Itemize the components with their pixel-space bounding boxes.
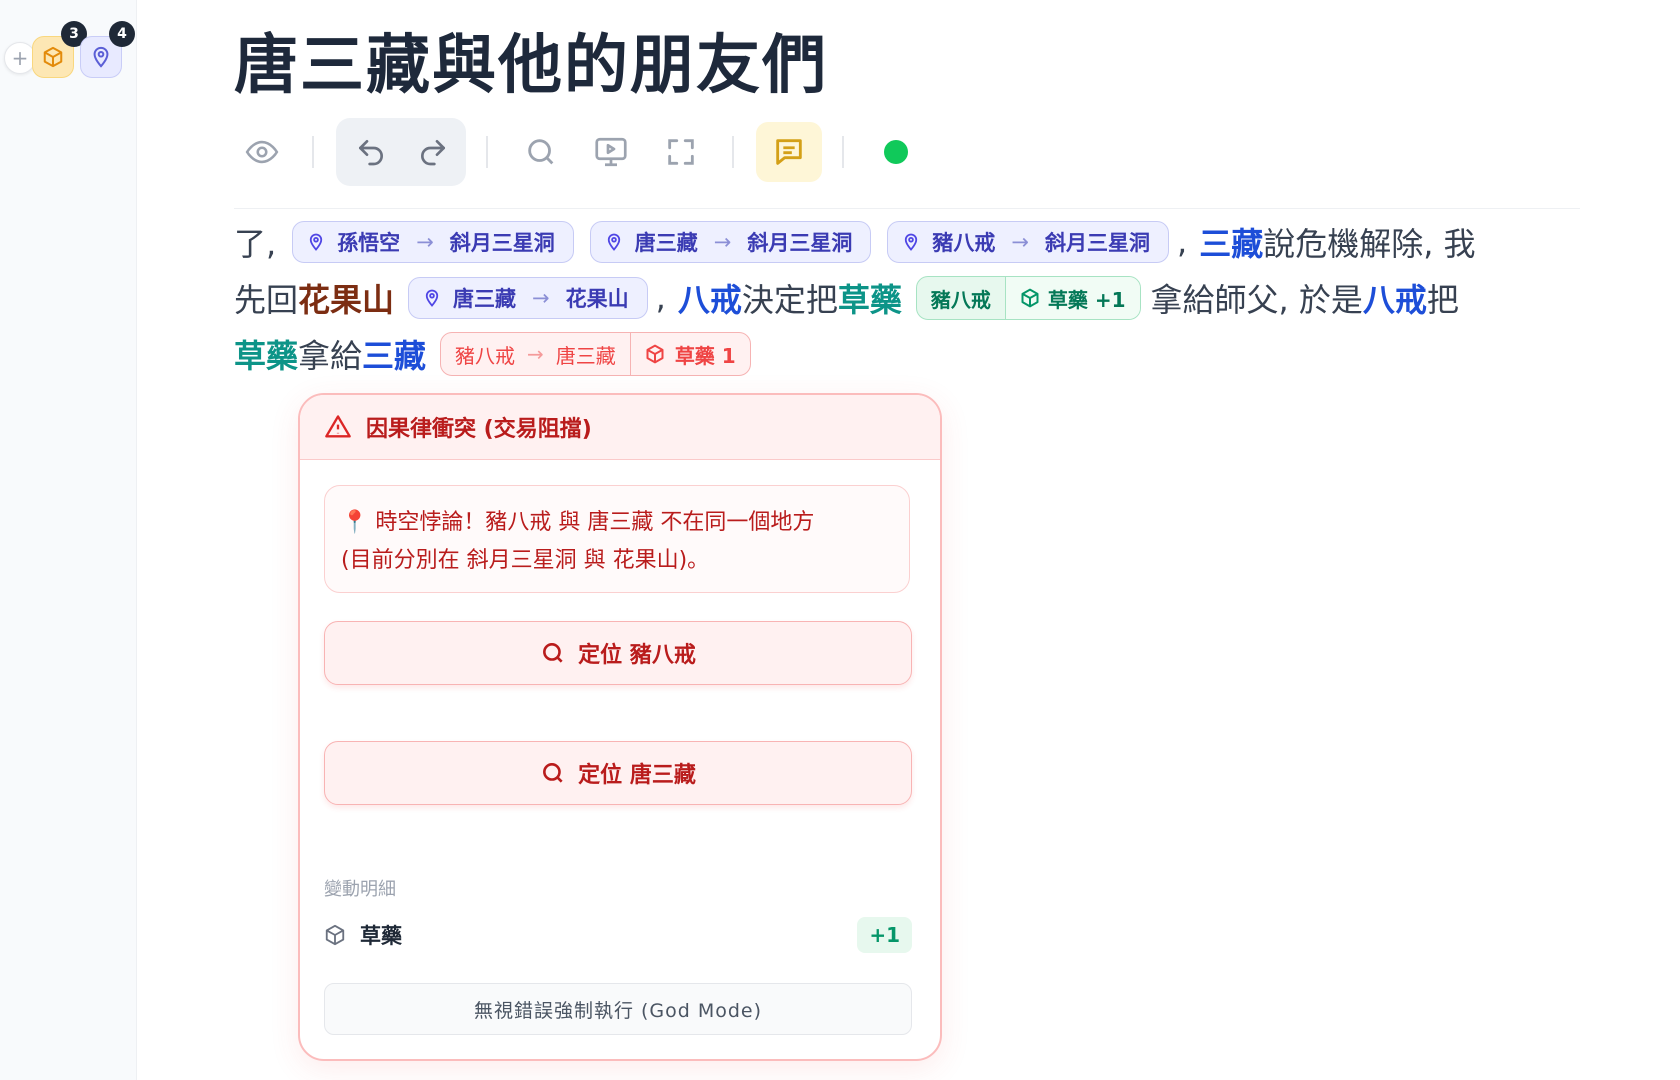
fullscreen-icon xyxy=(668,139,694,165)
chip-from: 豬八戒 xyxy=(455,343,516,368)
search-icon xyxy=(528,139,554,165)
entity-item[interactable]: 草藥 xyxy=(234,331,298,377)
map-pin-icon xyxy=(607,233,620,251)
chip-arrow: → xyxy=(713,230,732,254)
search-button[interactable] xyxy=(516,132,566,172)
locations-button[interactable]: 4 xyxy=(80,21,135,78)
fullscreen-button[interactable] xyxy=(656,132,706,172)
movement-chip[interactable]: 豬八戒 → 斜月三星洞 xyxy=(887,221,1170,263)
box-icon xyxy=(1021,288,1039,308)
entity-location[interactable]: 花果山 xyxy=(298,275,394,321)
entity-item[interactable]: 草藥 xyxy=(838,275,902,321)
paragraph-line: 草藥 拿給 三藏 豬八戒 → 唐三藏 草藥 1 xyxy=(234,326,751,382)
detail-item-name: 草藥 xyxy=(360,924,402,948)
online-status-indicator xyxy=(884,140,908,164)
chip-location: 斜月三星洞 xyxy=(747,231,853,255)
entity-character[interactable]: 三藏 xyxy=(1199,219,1263,265)
chip-location: 斜月三星洞 xyxy=(1045,231,1151,255)
chip-location: 斜月三星洞 xyxy=(449,231,555,255)
box-icon xyxy=(325,924,345,946)
chip-location: 花果山 xyxy=(565,287,629,311)
present-button[interactable] xyxy=(586,132,636,172)
preview-button[interactable] xyxy=(234,132,290,172)
locate-character-button[interactable]: 定位 豬八戒 xyxy=(324,621,912,685)
chip-item-label: 草藥 1 xyxy=(674,343,736,368)
text-run: , xyxy=(655,279,666,317)
message-line: (目前分別在 斜月三星洞 與 花果山)。 xyxy=(341,548,710,573)
chip-transfer: 豬八戒 → 唐三藏 xyxy=(441,333,630,375)
locations-count-badge: 4 xyxy=(109,21,135,47)
message-line: 📍 時空悖論！豬八戒 與 唐三藏 不在同一個地方 xyxy=(341,510,815,535)
chip-arrow: → xyxy=(532,286,550,310)
conflict-popup: 因果律衝突 (交易阻擋) 📍 時空悖論！豬八戒 與 唐三藏 不在同一個地方 (目… xyxy=(298,393,942,1061)
map-pin-icon xyxy=(310,233,323,251)
chip-character: 豬八戒 xyxy=(930,287,991,312)
map-pin-icon xyxy=(425,289,439,307)
toolbar-divider xyxy=(732,136,734,168)
details-heading: 變動明細 xyxy=(324,879,396,900)
button-label: 定位 豬八戒 xyxy=(578,643,696,668)
movement-chip[interactable]: 唐三藏 → 斜月三星洞 xyxy=(589,221,872,263)
left-rail: + 3 4 xyxy=(0,0,137,1080)
text-run: 把 xyxy=(1426,281,1459,319)
transfer-chip[interactable]: 豬八戒 → 唐三藏 草藥 1 xyxy=(440,332,751,376)
map-pin-icon xyxy=(93,46,109,68)
alert-triangle-icon xyxy=(325,415,351,438)
entity-character[interactable]: 八戒 xyxy=(678,275,742,321)
chip-character: 唐三藏 xyxy=(453,287,517,311)
chip-character: 孫悟空 xyxy=(337,231,401,255)
editor-toolbar xyxy=(234,118,1580,209)
popup-title: 因果律衝突 (交易阻擋) xyxy=(366,417,592,442)
god-mode-button[interactable]: 無視錯誤強制執行 (God Mode) xyxy=(324,983,912,1035)
comments-button[interactable] xyxy=(756,122,822,182)
chip-arrow: → xyxy=(1011,230,1030,254)
chip-item: 草藥 1 xyxy=(629,333,750,375)
page-title: 唐三藏與他的朋友們 xyxy=(234,29,828,103)
box-icon xyxy=(43,46,63,68)
text-run: 說危機解除, 我 xyxy=(1263,225,1476,263)
locate-character-button[interactable]: 定位 唐三藏 xyxy=(324,741,912,805)
paragraph-line: 先回 花果山 唐三藏 → 花果山 , 八戒 決定把 草藥 豬八戒 草藥 +1 拿… xyxy=(234,270,1459,326)
paragraph-line: 了, 孫悟空 → 斜月三星洞 唐三藏 → 斜月三星洞 豬八戒 → 斜月三星洞 ,… xyxy=(234,214,1476,270)
redo-icon xyxy=(421,140,445,166)
item-gain-chip[interactable]: 豬八戒 草藥 +1 xyxy=(915,276,1141,320)
text-run: 拿給師父, 於是 xyxy=(1150,281,1363,319)
comment-icon xyxy=(776,139,802,165)
chip-item-label: 草藥 +1 xyxy=(1047,287,1126,312)
search-icon xyxy=(543,763,563,783)
box-icon xyxy=(646,344,664,364)
chip-arrow: → xyxy=(527,342,544,366)
text-run: 先回 xyxy=(234,281,299,319)
detail-delta-badge: +1 xyxy=(857,917,912,953)
toolbar-divider xyxy=(312,136,314,168)
text-run: , xyxy=(1177,223,1188,261)
toolbar-divider xyxy=(486,136,488,168)
popup-header: 因果律衝突 (交易阻擋) xyxy=(300,395,940,460)
chip-character: 唐三藏 xyxy=(634,231,698,255)
search-icon xyxy=(543,643,563,663)
text-run: 拿給 xyxy=(298,337,363,375)
entity-character[interactable]: 八戒 xyxy=(1363,275,1427,321)
presentation-icon xyxy=(595,137,627,167)
undo-button[interactable] xyxy=(346,132,396,172)
chip-arrow: → xyxy=(416,230,434,254)
detail-row: 草藥 +1 xyxy=(324,915,912,955)
inventory-button[interactable]: 3 xyxy=(32,21,87,78)
movement-chip[interactable]: 孫悟空 → 斜月三星洞 xyxy=(292,221,574,263)
redo-button[interactable] xyxy=(408,132,458,172)
chip-to: 唐三藏 xyxy=(555,343,616,368)
conflict-message: 📍 時空悖論！豬八戒 與 唐三藏 不在同一個地方 (目前分別在 斜月三星洞 與 … xyxy=(324,485,910,593)
movement-chip[interactable]: 唐三藏 → 花果山 xyxy=(408,277,648,319)
map-pin-icon xyxy=(905,233,918,251)
text-run: 決定把 xyxy=(741,281,838,319)
entity-character[interactable]: 三藏 xyxy=(362,331,426,377)
eye-icon xyxy=(245,140,279,164)
chip-item: 草藥 +1 xyxy=(1004,277,1140,319)
button-label: 定位 唐三藏 xyxy=(578,763,696,788)
toolbar-divider xyxy=(842,136,844,168)
undo-icon xyxy=(359,140,383,166)
chip-character: 豬八戒 xyxy=(932,231,996,255)
text-run: 了, xyxy=(234,225,277,263)
plus-icon: + xyxy=(11,46,29,70)
